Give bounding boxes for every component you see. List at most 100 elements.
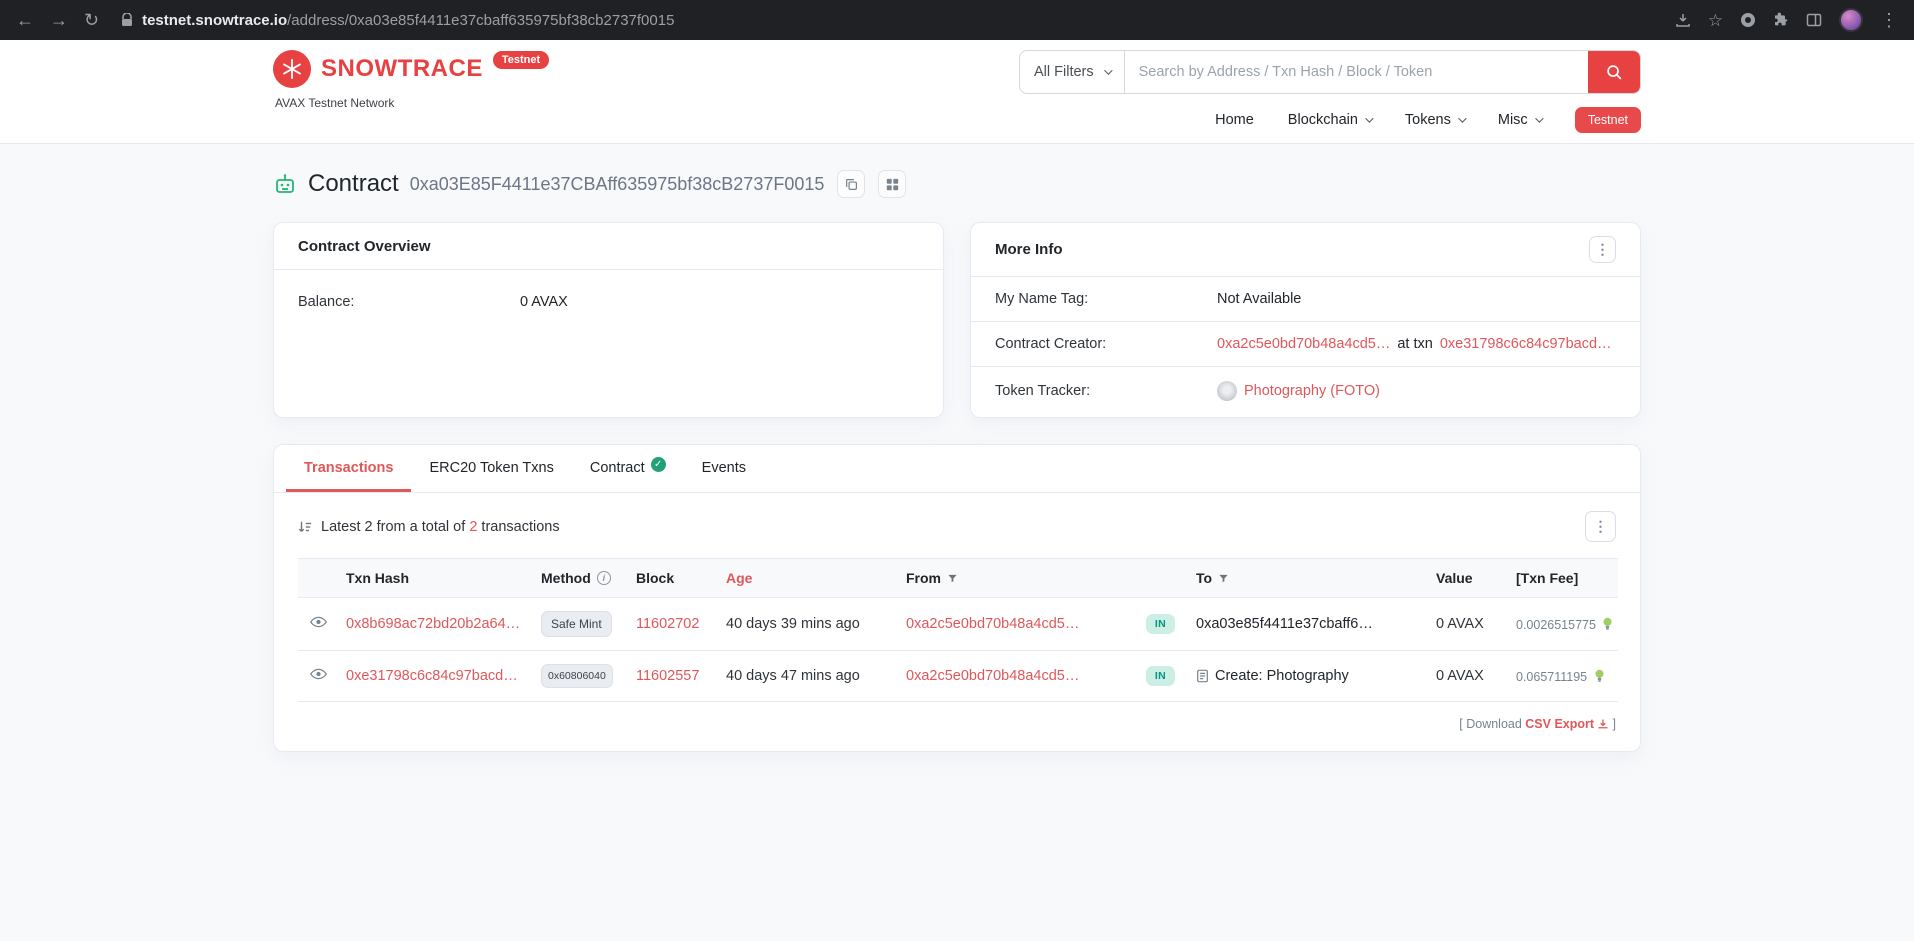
transactions-card: Transactions ERC20 Token Txns Contract✓ …: [273, 444, 1641, 752]
txn-fee-text: 0.065711195: [1516, 670, 1587, 684]
from-address-link[interactable]: 0xa2c5e0bd70b48a4cd5…: [906, 616, 1079, 632]
download-icon[interactable]: [1675, 12, 1691, 28]
name-tag-value: Not Available: [1217, 291, 1301, 307]
search-filter-label: All Filters: [1034, 64, 1094, 80]
method-badge: 0x60806040: [541, 664, 613, 688]
col-block: Block: [636, 570, 674, 586]
brand-testnet-badge: Testnet: [493, 51, 549, 69]
search-filter-select[interactable]: All Filters: [1020, 51, 1125, 93]
verified-check-icon: ✓: [651, 457, 666, 472]
browser-back-icon[interactable]: ←: [16, 11, 34, 29]
direction-in-badge: IN: [1146, 666, 1175, 686]
profile-avatar[interactable]: [1839, 8, 1863, 32]
creation-txn-link[interactable]: 0xe31798c6c84c97bacd…: [1440, 336, 1612, 352]
preview-txn-eye-icon[interactable]: [310, 668, 327, 680]
tab-erc20-token-txns[interactable]: ERC20 Token Txns: [411, 445, 571, 492]
csv-export-link[interactable]: CSV Export: [1525, 717, 1594, 731]
transactions-table: Txn Hash Methodi Block Age From To Value…: [298, 558, 1618, 702]
txn-fee-text: 0.0026515775: [1516, 618, 1596, 632]
search-button[interactable]: [1588, 51, 1640, 93]
txn-summary-prefix: Latest 2 from a total of: [321, 519, 469, 535]
value-text: 0 AVAX: [1436, 668, 1484, 684]
nav-home[interactable]: Home: [1215, 112, 1254, 128]
value-text: 0 AVAX: [1436, 616, 1484, 632]
copy-icon: [845, 178, 858, 191]
url-domain: testnet.snowtrace.io: [142, 12, 287, 29]
browser-chrome: ← → ↻ testnet.snowtrace.io/address/0xa03…: [0, 0, 1914, 40]
gas-lightbulb-icon: [1594, 669, 1605, 683]
nav-tokens[interactable]: Tokens: [1405, 112, 1464, 128]
balance-value: 0 AVAX: [520, 294, 568, 310]
tab-events[interactable]: Events: [684, 445, 764, 492]
extensions-puzzle-icon[interactable]: [1773, 12, 1789, 28]
nav-misc[interactable]: Misc: [1498, 112, 1541, 128]
sort-icon: [298, 520, 312, 534]
kebab-icon: ⋮: [1594, 518, 1608, 535]
table-row: 0xe31798c6c84c97bacd… 0x60806040 1160255…: [298, 651, 1618, 702]
browser-reload-icon[interactable]: ↻: [84, 11, 99, 29]
info-icon[interactable]: i: [597, 571, 611, 585]
from-address-link[interactable]: 0xa2c5e0bd70b48a4cd5…: [906, 668, 1079, 684]
copy-address-button[interactable]: [837, 170, 865, 198]
table-options-button[interactable]: ⋮: [1585, 511, 1616, 542]
block-link[interactable]: 11602557: [636, 668, 699, 684]
more-info-card-title: More Info: [995, 241, 1063, 258]
extension-icon[interactable]: [1740, 12, 1756, 28]
contract-robot-icon: [273, 172, 297, 196]
col-from: From: [906, 570, 941, 586]
page-title: Contract: [308, 170, 399, 198]
age-text: 40 days 39 mins ago: [726, 616, 860, 632]
browser-forward-icon[interactable]: →: [50, 11, 68, 29]
side-panel-icon[interactable]: [1806, 12, 1822, 28]
txn-hash-link[interactable]: 0xe31798c6c84c97bacd…: [346, 668, 518, 684]
search-input[interactable]: [1125, 51, 1588, 93]
preview-txn-eye-icon[interactable]: [310, 616, 327, 628]
more-info-menu-button[interactable]: ⋮: [1589, 236, 1616, 263]
col-value: Value: [1436, 570, 1473, 586]
chevron-down-icon: [1458, 114, 1466, 122]
col-age-sort[interactable]: Age: [726, 570, 752, 586]
lock-icon: [121, 13, 133, 27]
col-to: To: [1196, 570, 1212, 586]
grid-icon: [886, 178, 899, 191]
col-txn-hash: Txn Hash: [346, 570, 409, 586]
creator-at-txn-text: at txn: [1397, 336, 1432, 352]
filter-funnel-icon[interactable]: [947, 573, 958, 584]
chevron-down-icon: [1104, 66, 1112, 74]
table-row: 0x8b698ac72bd20b2a64… Safe Mint 11602702…: [298, 598, 1618, 651]
token-tracker-link[interactable]: Photography (FOTO): [1244, 383, 1380, 399]
download-csv-icon[interactable]: [1597, 718, 1609, 730]
kebab-icon: ⋮: [1596, 241, 1610, 258]
block-link[interactable]: 11602702: [636, 616, 699, 632]
search-icon: [1606, 64, 1623, 81]
site-header: SNOWTRACE Testnet AVAX Testnet Network A…: [0, 40, 1914, 144]
token-tracker-label: Token Tracker:: [995, 383, 1217, 399]
nav-blockchain[interactable]: Blockchain: [1288, 112, 1371, 128]
network-label: AVAX Testnet Network: [275, 96, 549, 110]
network-switch-button[interactable]: Testnet: [1575, 107, 1641, 133]
table-header-row: Txn Hash Methodi Block Age From To Value…: [298, 559, 1618, 598]
txn-hash-link[interactable]: 0x8b698ac72bd20b2a64…: [346, 616, 520, 632]
snowtrace-logo-icon: [273, 50, 311, 88]
csv-suffix: ]: [1609, 717, 1616, 731]
method-badge: Safe Mint: [541, 611, 612, 637]
csv-prefix: [ Download: [1459, 717, 1525, 731]
address-qr-button[interactable]: [878, 170, 906, 198]
tab-transactions[interactable]: Transactions: [286, 445, 411, 492]
bookmark-star-icon[interactable]: ☆: [1708, 12, 1723, 29]
txn-summary-suffix: transactions: [477, 519, 559, 535]
filter-funnel-icon[interactable]: [1218, 573, 1229, 584]
chevron-down-icon: [1365, 114, 1373, 122]
browser-menu-icon[interactable]: ⋮: [1880, 11, 1898, 29]
creator-address-link[interactable]: 0xa2c5e0bd70b48a4cd5…: [1217, 336, 1390, 352]
address-bar[interactable]: testnet.snowtrace.io/address/0xa03e85f44…: [121, 12, 1659, 29]
main-nav: Home Blockchain Tokens Misc Testnet: [1215, 107, 1641, 133]
search-bar: All Filters: [1019, 50, 1641, 94]
balance-label: Balance:: [298, 294, 520, 310]
chevron-down-icon: [1535, 114, 1543, 122]
contract-create-icon: [1196, 669, 1209, 683]
brand-logo[interactable]: SNOWTRACE Testnet: [273, 50, 549, 88]
name-tag-label: My Name Tag:: [995, 291, 1217, 307]
more-info-card: More Info ⋮ My Name Tag: Not Available C…: [970, 222, 1641, 418]
tab-contract[interactable]: Contract✓: [572, 445, 684, 492]
